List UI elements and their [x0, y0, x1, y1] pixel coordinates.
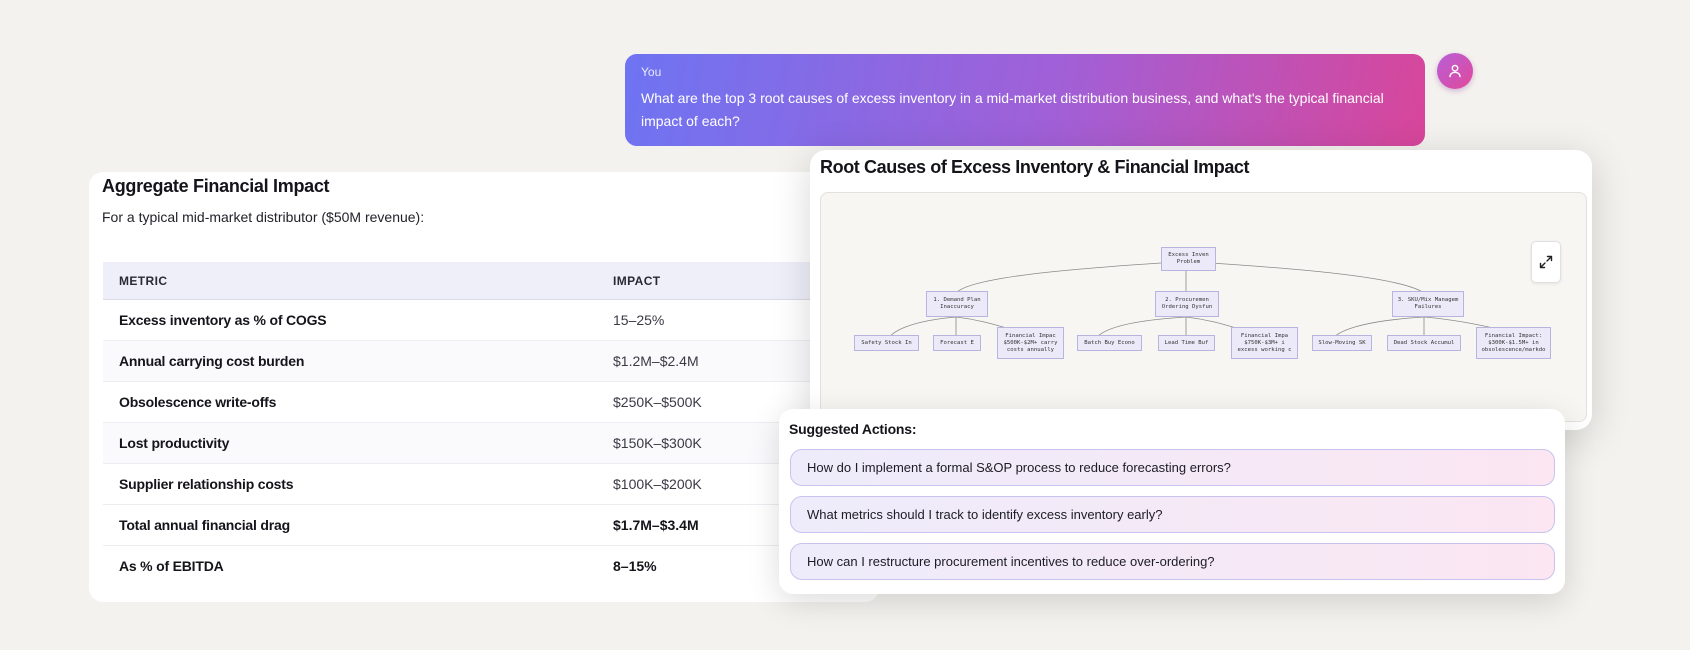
sender-label: You — [641, 65, 662, 79]
diagram-node-leaf: Financial Impact: $300K-$1.5M+ in obsole… — [1476, 327, 1551, 359]
table-row: Supplier relationship costs $100K–$200K — [103, 463, 823, 505]
diagram-title: Root Causes of Excess Inventory & Financ… — [820, 157, 1250, 177]
metric-cell: Annual carrying cost burden — [103, 340, 597, 382]
metric-cell: As % of EBITDA — [119, 558, 224, 574]
diagram-node-cause-3: 3. SKU/Mix Managem Failures — [1392, 291, 1464, 317]
impact-cell: $1.2M–$2.4M — [597, 340, 823, 382]
aggregate-subtitle: For a typical mid-market distributor ($5… — [102, 209, 425, 225]
table-row: Lost productivity $150K–$300K — [103, 422, 823, 464]
metric-cell: Obsolescence write-offs — [103, 381, 597, 423]
suggested-action-button[interactable]: How do I implement a formal S&OP process… — [790, 449, 1555, 486]
diagram-node-leaf: Slow-Moving SK — [1312, 335, 1372, 351]
aggregate-impact-card: Aggregate Financial Impact For a typical… — [89, 172, 879, 602]
diagram-node-cause-1: 1. Demand Plan Inaccuracy — [926, 291, 988, 317]
impact-table: METRIC IMPACT Excess inventory as % of C… — [103, 262, 823, 586]
table-header-row: METRIC IMPACT — [103, 262, 823, 300]
root-cause-diagram-card: Root Causes of Excess Inventory & Financ… — [810, 150, 1592, 430]
column-header-metric: METRIC — [103, 262, 597, 300]
metric-cell: Supplier relationship costs — [103, 463, 597, 505]
diagram-node-leaf: Dead Stock Accumul — [1387, 335, 1461, 351]
edge — [1210, 262, 1425, 294]
diagram-canvas[interactable]: Excess Inven Problem 1. Demand Plan Inac… — [820, 192, 1587, 422]
table-row: Annual carrying cost burden $1.2M–$2.4M — [103, 340, 823, 382]
suggested-actions-title: Suggested Actions: — [789, 421, 917, 437]
diagram-node-leaf: Financial Impa $750K-$3M+ i excess worki… — [1231, 327, 1298, 359]
expand-icon — [1539, 255, 1553, 269]
diagram-node-leaf: Forecast E — [933, 335, 981, 351]
aggregate-title: Aggregate Financial Impact — [102, 176, 330, 196]
table-row: As % of EBITDA 8–15% — [103, 546, 823, 587]
diagram-node-leaf: Batch Buy Econo — [1077, 335, 1142, 351]
impact-cell: 15–25% — [597, 299, 823, 341]
table-row: Obsolescence write-offs $250K–$500K — [103, 381, 823, 423]
diagram-node-root: Excess Inven Problem — [1161, 247, 1216, 271]
table-row: Total annual financial drag $1.7M–$3.4M — [103, 504, 823, 546]
user-icon — [1449, 64, 1461, 78]
edge — [955, 262, 1162, 294]
metric-cell: Lost productivity — [103, 422, 597, 464]
column-header-impact: IMPACT — [597, 262, 823, 300]
diagram-node-leaf: Safety Stock In — [854, 335, 919, 351]
suggested-actions-card: Suggested Actions: How do I implement a … — [779, 409, 1565, 594]
user-message-text: What are the top 3 root causes of excess… — [641, 90, 1384, 129]
user-message-bubble: You What are the top 3 root causes of ex… — [625, 54, 1425, 146]
metric-cell: Total annual financial drag — [103, 504, 597, 546]
expand-button[interactable] — [1531, 241, 1561, 283]
suggested-action-button[interactable]: How can I restructure procurement incent… — [790, 543, 1555, 580]
metric-cell: Excess inventory as % of COGS — [103, 299, 597, 341]
user-avatar — [1437, 53, 1473, 89]
diagram-node-leaf: Lead Time Buf — [1158, 335, 1215, 351]
diagram-node-cause-2: 2. Procuremen Ordering Dysfun — [1155, 291, 1219, 317]
diagram-node-leaf: Financial Impac $500K-$2M+ carry costs a… — [997, 327, 1064, 359]
table-row: Excess inventory as % of COGS 15–25% — [103, 299, 823, 341]
suggested-action-button[interactable]: What metrics should I track to identify … — [790, 496, 1555, 533]
